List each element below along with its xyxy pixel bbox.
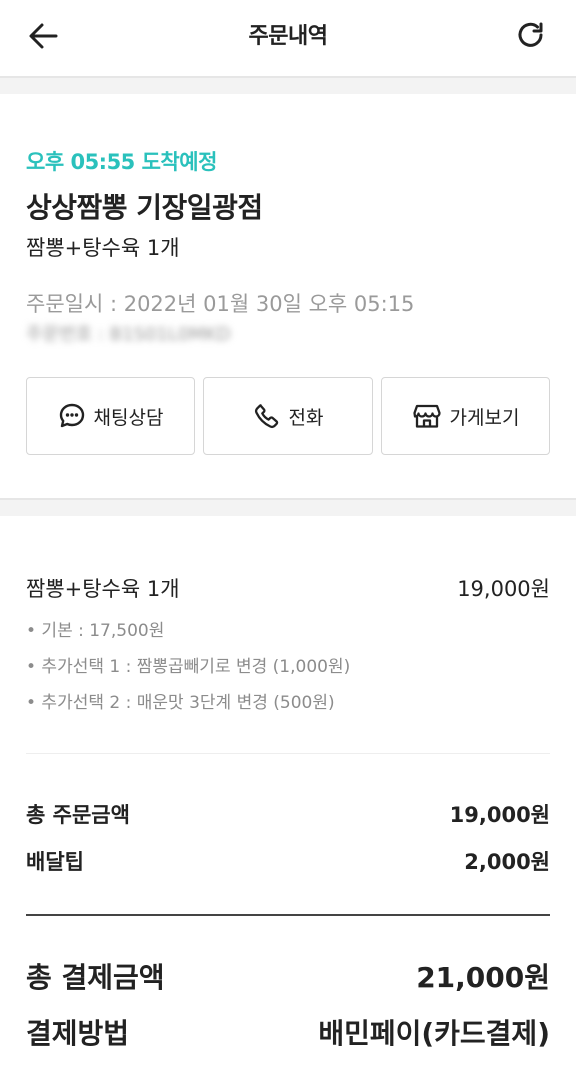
order-total-value: 19,000원: [449, 803, 550, 827]
menu-option-line: • 추가선택 1 : 짬뽕곱빼기로 변경 (1,000원): [26, 657, 351, 677]
menu-option-line: • 기본 : 17,500원: [26, 621, 165, 641]
chat-consult-label: 채팅상담: [93, 406, 164, 429]
order-number: 주문번호 : B1S01L0MKD: [26, 324, 231, 345]
order-summary: 짬뽕+탕수육 1개: [26, 236, 180, 260]
chat-consult-button[interactable]: 채팅상담: [26, 377, 195, 455]
top-app-bar: 주문내역: [0, 0, 576, 78]
divider: [26, 753, 550, 754]
store-name: 상상짬뽕 기장일광점: [26, 191, 263, 224]
divider: [26, 914, 550, 916]
delivery-eta: 오후 05:55 도착예정: [26, 150, 217, 174]
phone-icon: [253, 402, 281, 430]
delivery-tip-value: 2,000원: [464, 850, 550, 874]
menu-option-line: • 추가선택 2 : 매운맛 3단계 변경 (500원): [26, 693, 335, 713]
delivery-tip-label: 배달팁: [26, 850, 84, 874]
store-icon: [412, 402, 442, 430]
menu-item-name: 짬뽕+탕수육 1개: [26, 577, 180, 601]
view-store-label: 가게보기: [449, 406, 520, 429]
payment-method-label: 결제방법: [26, 1017, 130, 1050]
section-spacer: [0, 498, 576, 516]
chat-bubble-icon: [58, 402, 86, 430]
section-spacer: [0, 78, 576, 94]
call-button[interactable]: 전화: [203, 377, 373, 455]
payment-total-value: 21,000원: [416, 961, 550, 994]
menu-item-price: 19,000원: [457, 577, 550, 601]
page-title: 주문내역: [248, 24, 328, 49]
order-total-label: 총 주문금액: [26, 803, 130, 827]
refresh-icon[interactable]: [514, 18, 548, 52]
order-datetime: 주문일시 : 2022년 01월 30일 오후 05:15: [26, 292, 415, 316]
payment-total-label: 총 결제금액: [26, 961, 165, 994]
call-label: 전화: [288, 406, 324, 429]
payment-method-value: 배민페이(카드결제): [318, 1017, 550, 1050]
view-store-button[interactable]: 가게보기: [381, 377, 550, 455]
